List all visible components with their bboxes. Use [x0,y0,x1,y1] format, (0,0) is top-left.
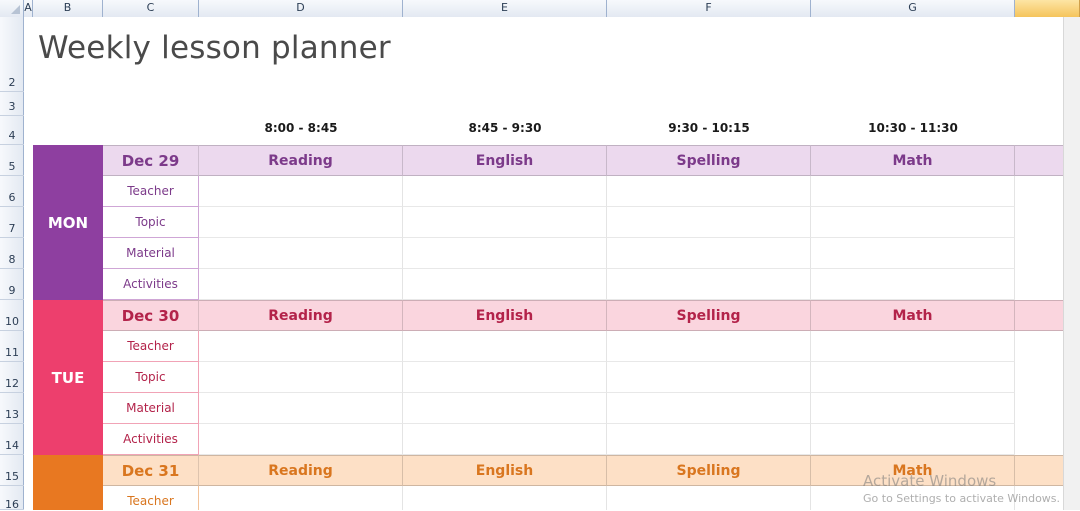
date-cell-mon[interactable]: Dec 29 [103,145,199,176]
subject-tue-2[interactable]: English [403,300,607,331]
sheet-title[interactable]: Weekly lesson planner [38,30,391,66]
column-header-b[interactable]: B [33,0,103,17]
label-mon-topic[interactable]: Topic [103,207,199,238]
grid-cell[interactable] [811,207,1015,238]
subject-wed-tail[interactable] [1015,455,1063,486]
row-header-12[interactable]: 12 [0,362,24,393]
label-tue-material[interactable]: Material [103,393,199,424]
time-slot-3[interactable]: 9:30 - 10:15 [607,121,811,139]
subject-mon-2[interactable]: English [403,145,607,176]
grid-cell[interactable] [403,207,607,238]
row-header-2[interactable]: 2 [0,17,24,92]
row-header-9[interactable]: 9 [0,269,24,300]
subject-tue-3[interactable]: Spelling [607,300,811,331]
label-mon-activities[interactable]: Activities [103,269,199,300]
grid-cell[interactable] [199,207,403,238]
grid-cell[interactable] [199,331,403,362]
row-header-7[interactable]: 7 [0,207,24,238]
row-header-6[interactable]: 6 [0,176,24,207]
day-cell-wed[interactable] [33,455,103,510]
subject-mon-3[interactable]: Spelling [607,145,811,176]
grid-cell[interactable] [403,238,607,269]
grid-cell[interactable] [199,424,403,455]
select-all-icon [11,5,20,14]
vertical-scrollbar[interactable] [1063,17,1080,510]
select-all-corner[interactable] [0,0,24,17]
grid-cell[interactable] [403,424,607,455]
grid-cell[interactable] [607,207,811,238]
column-header-e[interactable]: E [403,0,607,17]
date-cell-tue[interactable]: Dec 30 [103,300,199,331]
column-header-c[interactable]: C [103,0,199,17]
label-mon-teacher[interactable]: Teacher [103,176,199,207]
column-header-selected[interactable] [1015,0,1080,17]
grid-cell[interactable] [199,238,403,269]
grid-cell[interactable] [811,269,1015,300]
date-cell-wed[interactable]: Dec 31 [103,455,199,486]
activate-windows-title: Activate Windows [863,472,997,490]
column-header-f[interactable]: F [607,0,811,17]
column-header-d[interactable]: D [199,0,403,17]
grid-cell[interactable] [811,331,1015,362]
grid-cell[interactable] [607,424,811,455]
column-header-a[interactable]: A [24,0,33,17]
subject-wed-2[interactable]: English [403,455,607,486]
grid-cell[interactable] [811,393,1015,424]
column-header-g[interactable]: G [811,0,1015,17]
grid-cell[interactable] [607,269,811,300]
grid-cell[interactable] [403,269,607,300]
grid-cell[interactable] [607,486,811,510]
row-header-3[interactable]: 3 [0,92,24,116]
label-wed-teacher[interactable]: Teacher [103,486,199,510]
row-header-4[interactable]: 4 [0,116,24,145]
time-slot-1[interactable]: 8:00 - 8:45 [199,121,403,139]
grid-cell[interactable] [199,486,403,510]
grid-cell[interactable] [811,424,1015,455]
grid-cell[interactable] [607,176,811,207]
grid-cell[interactable] [199,393,403,424]
subject-wed-3[interactable]: Spelling [607,455,811,486]
grid-cell[interactable] [199,176,403,207]
time-slot-4[interactable]: 10:30 - 11:30 [811,121,1015,139]
subject-tue-tail[interactable] [1015,300,1063,331]
subject-wed-1[interactable]: Reading [199,455,403,486]
row-header-10[interactable]: 10 [0,300,24,331]
grid-cell[interactable] [403,362,607,393]
subject-tue-1[interactable]: Reading [199,300,403,331]
day-cell-tue[interactable]: TUE [33,300,103,455]
grid-cell[interactable] [607,393,811,424]
grid-cell[interactable] [811,176,1015,207]
label-tue-topic[interactable]: Topic [103,362,199,393]
row-header-15[interactable]: 15 [0,455,24,486]
grid-cell[interactable] [403,486,607,510]
grid-cell[interactable] [607,331,811,362]
grid-cell[interactable] [811,238,1015,269]
subject-tue-4[interactable]: Math [811,300,1015,331]
row-header-5[interactable]: 5 [0,145,24,176]
grid-cell[interactable] [199,362,403,393]
grid-cell[interactable] [811,362,1015,393]
row-header-16[interactable]: 16 [0,486,24,511]
label-tue-activities[interactable]: Activities [103,424,199,455]
grid-cell[interactable] [199,269,403,300]
row-header-13[interactable]: 13 [0,393,24,424]
activate-windows-subtitle: Go to Settings to activate Windows. [863,492,1061,505]
grid-cell[interactable] [607,362,811,393]
grid-cell[interactable] [403,393,607,424]
subject-mon-1[interactable]: Reading [199,145,403,176]
label-tue-teacher[interactable]: Teacher [103,331,199,362]
grid-cell[interactable] [607,238,811,269]
row-header-14[interactable]: 14 [0,424,24,455]
time-slot-2[interactable]: 8:45 - 9:30 [403,121,607,139]
label-mon-material[interactable]: Material [103,238,199,269]
row-header-8[interactable]: 8 [0,238,24,269]
subject-mon-4[interactable]: Math [811,145,1015,176]
subject-mon-tail[interactable] [1015,145,1063,176]
grid-cell[interactable] [403,331,607,362]
day-cell-mon[interactable]: MON [33,145,103,300]
grid-cell[interactable] [403,176,607,207]
row-header-11[interactable]: 11 [0,331,24,362]
